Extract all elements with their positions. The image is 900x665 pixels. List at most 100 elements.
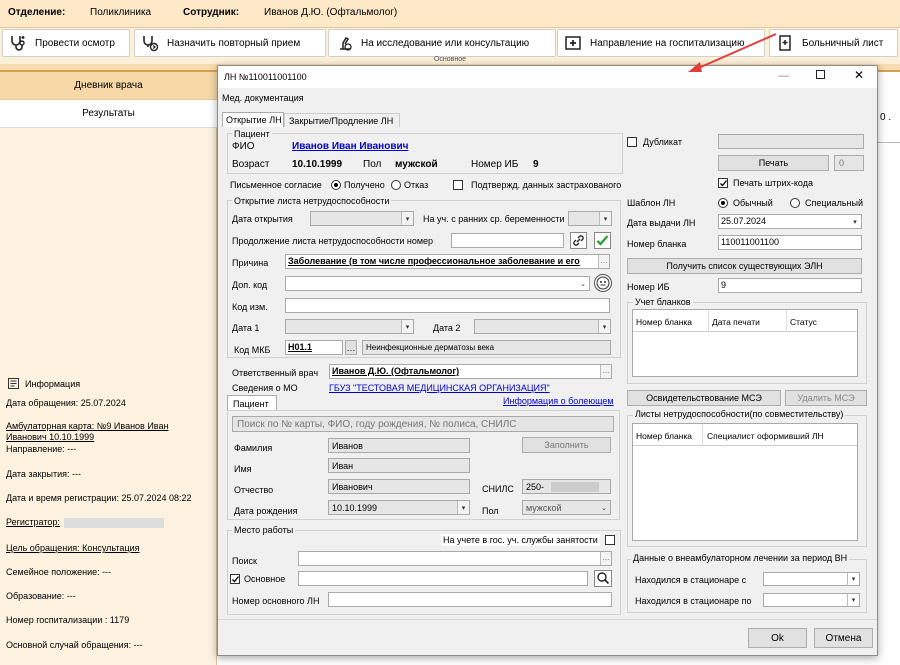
tab-close-ln[interactable]: Закрытие/Продление ЛН xyxy=(284,113,400,127)
calendar-dropdown-icon[interactable]: ▾ xyxy=(847,594,859,606)
reason-input[interactable]: Заболевание (в том числе профессионально… xyxy=(285,254,610,269)
consent-yes-label: Получено xyxy=(344,180,385,190)
main-ln-input[interactable] xyxy=(328,592,612,607)
sex-label: Пол xyxy=(363,159,382,170)
info-list-icon xyxy=(8,378,19,389)
mkb-code-input[interactable]: H01.1 xyxy=(285,340,343,355)
barcode-checkbox[interactable] xyxy=(718,178,728,188)
mkb-ellipsis-button[interactable]: … xyxy=(345,340,357,355)
checkmark-icon[interactable] xyxy=(594,232,611,249)
patient-subtab[interactable]: Пациент xyxy=(227,395,277,411)
sick-leave-button[interactable]: Больничный лист xyxy=(769,29,898,57)
calendar-dropdown-icon[interactable]: ▾ xyxy=(401,320,413,333)
consent-no-radio[interactable] xyxy=(391,180,401,190)
doctor-diary-tab[interactable]: Дневник врача xyxy=(0,72,217,100)
chevron-down-icon[interactable]: ⌄ xyxy=(577,277,589,290)
hosp-from-input[interactable]: ▾ xyxy=(763,572,860,586)
menu-med-docs[interactable]: Мед. документация xyxy=(222,93,304,103)
mse-button[interactable]: Освидетельствование МСЭ xyxy=(627,390,781,406)
ib2-input[interactable]: 9 xyxy=(718,278,862,293)
calendar-dropdown-icon[interactable]: ▾ xyxy=(457,501,469,514)
info-card-line1[interactable]: Амбулаторная карта: №9 Иванов Иван xyxy=(6,421,168,431)
close-icon[interactable]: ✕ xyxy=(854,68,864,82)
changecode-input[interactable] xyxy=(285,298,610,313)
resp-doctor-label: Ответственный врач xyxy=(232,368,319,378)
chevron-down-icon[interactable]: ▾ xyxy=(599,212,611,225)
link-icon[interactable] xyxy=(570,232,587,249)
get-eln-button[interactable]: Получить список существующих ЭЛН xyxy=(627,258,862,274)
ellipsis-icon[interactable]: … xyxy=(598,255,609,268)
ellipsis-icon[interactable]: … xyxy=(600,552,611,565)
info-referral: Направление: --- xyxy=(6,444,77,454)
tab-open-ln[interactable]: Открытие ЛН xyxy=(222,112,284,127)
insured-confirm-checkbox[interactable] xyxy=(453,180,463,190)
info-registrar[interactable]: Регистратор: xyxy=(6,517,164,528)
print-count-field[interactable]: 0 xyxy=(834,155,864,171)
cancel-button[interactable]: Отмена xyxy=(814,628,873,648)
main-work-checkbox[interactable] xyxy=(230,574,240,584)
top-info-bar: Отделение: Поликлиника Сотрудник: Иванов… xyxy=(0,0,900,28)
sex2-select[interactable]: мужской ⌄ xyxy=(522,500,611,515)
calendar-dropdown-icon[interactable]: ▾ xyxy=(849,215,861,228)
blank-no-input[interactable]: 110011001100 xyxy=(718,235,862,250)
consent-yes-radio[interactable] xyxy=(331,180,341,190)
research-button[interactable]: На исследование или консультацию xyxy=(328,29,556,57)
surname-label: Фамилия xyxy=(234,443,273,453)
template-special-radio[interactable] xyxy=(790,198,800,208)
hosp-from-label: Находился в стационаре с xyxy=(635,575,747,585)
left-panel: Дневник врача Результаты Информация Дата… xyxy=(0,72,217,665)
repeat-appointment-button[interactable]: Назначить повторный прием xyxy=(134,29,326,57)
patronymic-field[interactable]: Иванович xyxy=(328,479,470,494)
mkb-desc-value: Неинфекционные дерматозы века xyxy=(366,343,495,352)
print-button[interactable]: Печать xyxy=(718,155,829,171)
name-field[interactable]: Иван xyxy=(328,458,470,473)
patient-info-link[interactable]: Информация о болеющем xyxy=(503,396,614,406)
resp-doctor-input[interactable]: Иванов Д.Ю. (Офтальмолог) … xyxy=(329,364,612,379)
blanks-table[interactable]: Номер бланка Дата печати Статус xyxy=(632,309,858,377)
calendar-dropdown-icon[interactable]: ▾ xyxy=(401,212,413,225)
mo-value[interactable]: ГБУЗ "ТЕСТОВАЯ МЕДИЦИНСКАЯ ОРГАНИЗАЦИЯ" xyxy=(329,383,550,393)
surname-field[interactable]: Иванов xyxy=(328,438,470,453)
sheets-table[interactable]: Номер бланка Специалист оформивший ЛН xyxy=(632,423,858,541)
birth-field[interactable]: 10.10.1999 ▾ xyxy=(328,500,470,515)
opening-group-label: Открытие листа нетрудоспособности xyxy=(232,196,392,206)
ellipsis-icon[interactable]: … xyxy=(600,365,611,378)
dialog-title: ЛН №110011001100 xyxy=(224,72,307,82)
template-normal-radio[interactable] xyxy=(718,198,728,208)
ok-button[interactable]: Ok xyxy=(748,628,807,648)
sheets-table-header: Номер бланка Специалист оформивший ЛН xyxy=(633,424,857,446)
search-icon[interactable] xyxy=(594,570,612,587)
duplicate-field[interactable] xyxy=(718,134,864,149)
info-visit-date: Дата обращения: 25.07.2024 xyxy=(6,398,126,408)
continuation-input[interactable] xyxy=(451,233,564,248)
fill-button[interactable]: Заполнить xyxy=(522,437,611,453)
info-card-line2[interactable]: Иванович 10.10.1999 xyxy=(6,432,94,442)
patient-search-input[interactable]: Поиск по № карты, ФИО, году рождения, № … xyxy=(232,416,614,432)
addcode-select[interactable]: ⌄ xyxy=(285,276,590,291)
fio-value[interactable]: Иванов Иван Иванович xyxy=(292,141,408,152)
results-tab[interactable]: Результаты xyxy=(0,100,217,128)
hosp-to-input[interactable]: ▾ xyxy=(763,593,860,607)
open-date-input[interactable]: ▾ xyxy=(310,211,414,226)
face-icon[interactable] xyxy=(594,274,612,292)
tab-close-label: Закрытие/Продление ЛН xyxy=(289,116,394,126)
sex2-label: Пол xyxy=(482,506,499,516)
blanks-col-number: Номер бланка xyxy=(636,317,693,327)
chevron-down-icon[interactable]: ⌄ xyxy=(598,501,610,514)
maximize-icon[interactable] xyxy=(816,70,825,79)
background-fragment: 0 . xyxy=(880,112,892,123)
employment-checkbox[interactable] xyxy=(605,535,615,545)
delete-mse-button[interactable]: Удалить МСЭ xyxy=(785,390,867,406)
main-work-input[interactable] xyxy=(298,571,588,586)
issue-date-input[interactable]: 25.07.2024 ▾ xyxy=(718,214,862,229)
exam-button[interactable]: Провести осмотр xyxy=(2,29,130,57)
pregnancy-select[interactable]: ▾ xyxy=(568,211,612,226)
calendar-dropdown-icon[interactable]: ▾ xyxy=(847,573,859,585)
duplicate-checkbox[interactable] xyxy=(627,137,637,147)
calendar-dropdown-icon[interactable]: ▾ xyxy=(598,320,610,333)
date2-input[interactable]: ▾ xyxy=(474,319,611,334)
info-purpose[interactable]: Цель обращения: Консультация xyxy=(6,543,140,553)
date1-input[interactable]: ▾ xyxy=(285,319,414,334)
snils-field[interactable]: 250- xyxy=(522,479,611,494)
work-search-input[interactable]: … xyxy=(298,551,612,566)
